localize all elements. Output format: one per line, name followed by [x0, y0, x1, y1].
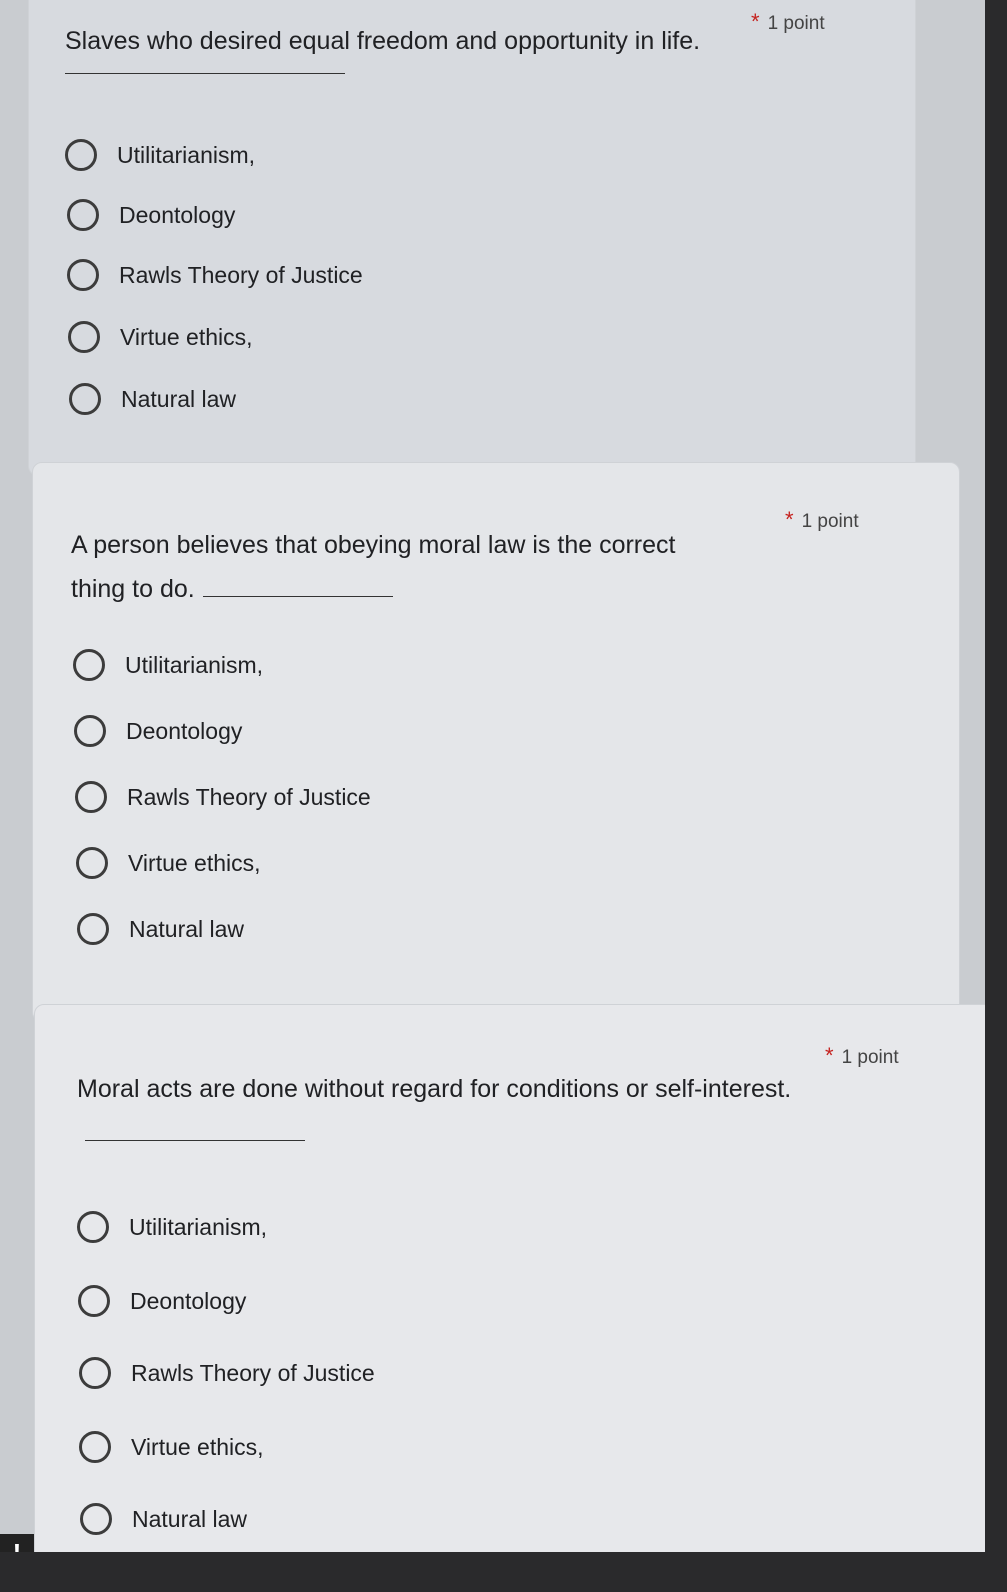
radio-button[interactable]: [77, 1211, 109, 1243]
points-label: * 1 point: [751, 9, 825, 35]
option-label: Virtue ethics,: [120, 323, 253, 350]
option-label: Virtue ethics,: [128, 849, 261, 876]
radio-button[interactable]: [75, 781, 107, 813]
option-utilitarianism[interactable]: Utilitarianism,: [65, 139, 255, 171]
option-utilitarianism[interactable]: Utilitarianism,: [77, 1211, 267, 1243]
option-virtue-ethics[interactable]: Virtue ethics,: [76, 847, 261, 879]
question-text-span: Slaves who desired equal freedom and opp…: [65, 27, 701, 55]
question-card-3: Moral acts are done without regard for c…: [34, 1004, 994, 1592]
option-natural-law[interactable]: Natural law: [77, 913, 244, 945]
question-text: Slaves who desired equal freedom and opp…: [65, 19, 755, 74]
answer-blank: [202, 596, 393, 597]
option-virtue-ethics[interactable]: Virtue ethics,: [79, 1431, 264, 1463]
required-asterisk: *: [825, 1043, 834, 1068]
option-deontology[interactable]: Deontology: [67, 199, 235, 231]
option-utilitarianism[interactable]: Utilitarianism,: [73, 649, 263, 681]
radio-button[interactable]: [76, 847, 108, 879]
option-label: Rawls Theory of Justice: [119, 261, 363, 288]
required-asterisk: *: [785, 507, 794, 532]
option-natural-law[interactable]: Natural law: [69, 383, 236, 415]
option-label: Natural law: [132, 1505, 248, 1532]
option-deontology[interactable]: Deontology: [74, 715, 242, 747]
option-deontology[interactable]: Deontology: [78, 1285, 246, 1317]
option-label: Deontology: [119, 201, 236, 228]
radio-button[interactable]: [65, 139, 97, 171]
required-asterisk: *: [751, 9, 760, 34]
option-label: Deontology: [126, 717, 243, 744]
radio-button[interactable]: [80, 1503, 112, 1535]
radio-button[interactable]: [79, 1357, 111, 1389]
points-value: 1 point: [767, 13, 825, 34]
option-label: Rawls Theory of Justice: [127, 783, 371, 810]
option-label: Utilitarianism,: [117, 141, 256, 168]
question-text: Moral acts are done without regard for c…: [77, 1067, 797, 1155]
option-rawls[interactable]: Rawls Theory of Justice: [75, 781, 371, 813]
radio-button[interactable]: [78, 1285, 110, 1317]
option-label: Natural law: [121, 385, 237, 412]
option-rawls[interactable]: Rawls Theory of Justice: [67, 259, 363, 291]
points-value: 1 point: [841, 1047, 899, 1068]
option-label: Rawls Theory of Justice: [131, 1359, 375, 1386]
radio-button[interactable]: [79, 1431, 111, 1463]
radio-button[interactable]: [67, 199, 99, 231]
answer-blank: [65, 73, 345, 74]
question-text: A person believes that obeying moral law…: [71, 523, 731, 611]
question-text-span: A person believes that obeying moral law…: [71, 531, 676, 603]
option-natural-law[interactable]: Natural law: [80, 1503, 247, 1535]
question-card-2: A person believes that obeying moral law…: [32, 462, 960, 1022]
question-card-1: Slaves who desired equal freedom and opp…: [28, 0, 916, 476]
radio-button[interactable]: [67, 259, 99, 291]
radio-button[interactable]: [74, 715, 106, 747]
option-label: Virtue ethics,: [131, 1433, 264, 1460]
answer-blank: [85, 1140, 305, 1141]
option-label: Deontology: [130, 1287, 247, 1314]
option-label: Utilitarianism,: [125, 651, 264, 678]
device-bezel: [985, 0, 1007, 1592]
points-label: * 1 point: [825, 1043, 899, 1069]
points-value: 1 point: [801, 511, 859, 532]
points-label: * 1 point: [785, 507, 859, 533]
option-label: Utilitarianism,: [129, 1213, 268, 1240]
radio-button[interactable]: [68, 321, 100, 353]
option-virtue-ethics[interactable]: Virtue ethics,: [68, 321, 253, 353]
option-rawls[interactable]: Rawls Theory of Justice: [79, 1357, 375, 1389]
radio-button[interactable]: [73, 649, 105, 681]
device-bezel-bottom: [0, 1552, 1007, 1592]
option-label: Natural law: [129, 915, 245, 942]
question-text-span: Moral acts are done without regard for c…: [77, 1075, 792, 1103]
radio-button[interactable]: [69, 383, 101, 415]
radio-button[interactable]: [77, 913, 109, 945]
